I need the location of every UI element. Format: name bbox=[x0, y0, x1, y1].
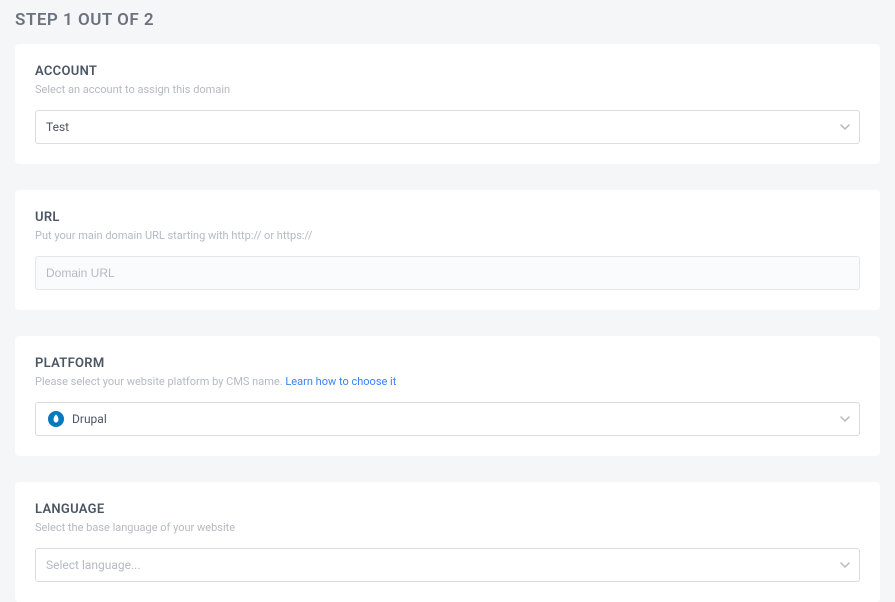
platform-label: PLATFORM bbox=[35, 356, 860, 371]
platform-select-wrapper: Drupal bbox=[35, 402, 860, 436]
url-description: Put your main domain URL starting with h… bbox=[35, 229, 860, 242]
account-select[interactable]: Test bbox=[35, 110, 860, 144]
account-select-wrapper: Test bbox=[35, 110, 860, 144]
language-label: LANGUAGE bbox=[35, 502, 860, 517]
platform-select[interactable]: Drupal bbox=[35, 402, 860, 436]
account-select-value: Test bbox=[46, 120, 69, 134]
drupal-icon bbox=[48, 411, 64, 427]
platform-help-link[interactable]: Learn how to choose it bbox=[285, 375, 396, 388]
platform-card: PLATFORM Please select your website plat… bbox=[15, 336, 880, 456]
url-input[interactable] bbox=[35, 256, 860, 290]
platform-select-value: Drupal bbox=[72, 412, 107, 426]
language-select-placeholder: Select language... bbox=[46, 558, 141, 572]
language-select[interactable]: Select language... bbox=[35, 548, 860, 582]
platform-description: Please select your website platform by C… bbox=[35, 375, 860, 388]
language-card: LANGUAGE Select the base language of you… bbox=[15, 482, 880, 602]
step-title: STEP 1 OUT OF 2 bbox=[15, 0, 880, 44]
account-description: Select an account to assign this domain bbox=[35, 83, 860, 96]
platform-desc-text: Please select your website platform by C… bbox=[35, 375, 285, 388]
account-card: ACCOUNT Select an account to assign this… bbox=[15, 44, 880, 164]
url-card: URL Put your main domain URL starting wi… bbox=[15, 190, 880, 310]
language-description: Select the base language of your website bbox=[35, 521, 860, 534]
url-label: URL bbox=[35, 210, 860, 225]
account-label: ACCOUNT bbox=[35, 64, 860, 79]
language-select-wrapper: Select language... bbox=[35, 548, 860, 582]
